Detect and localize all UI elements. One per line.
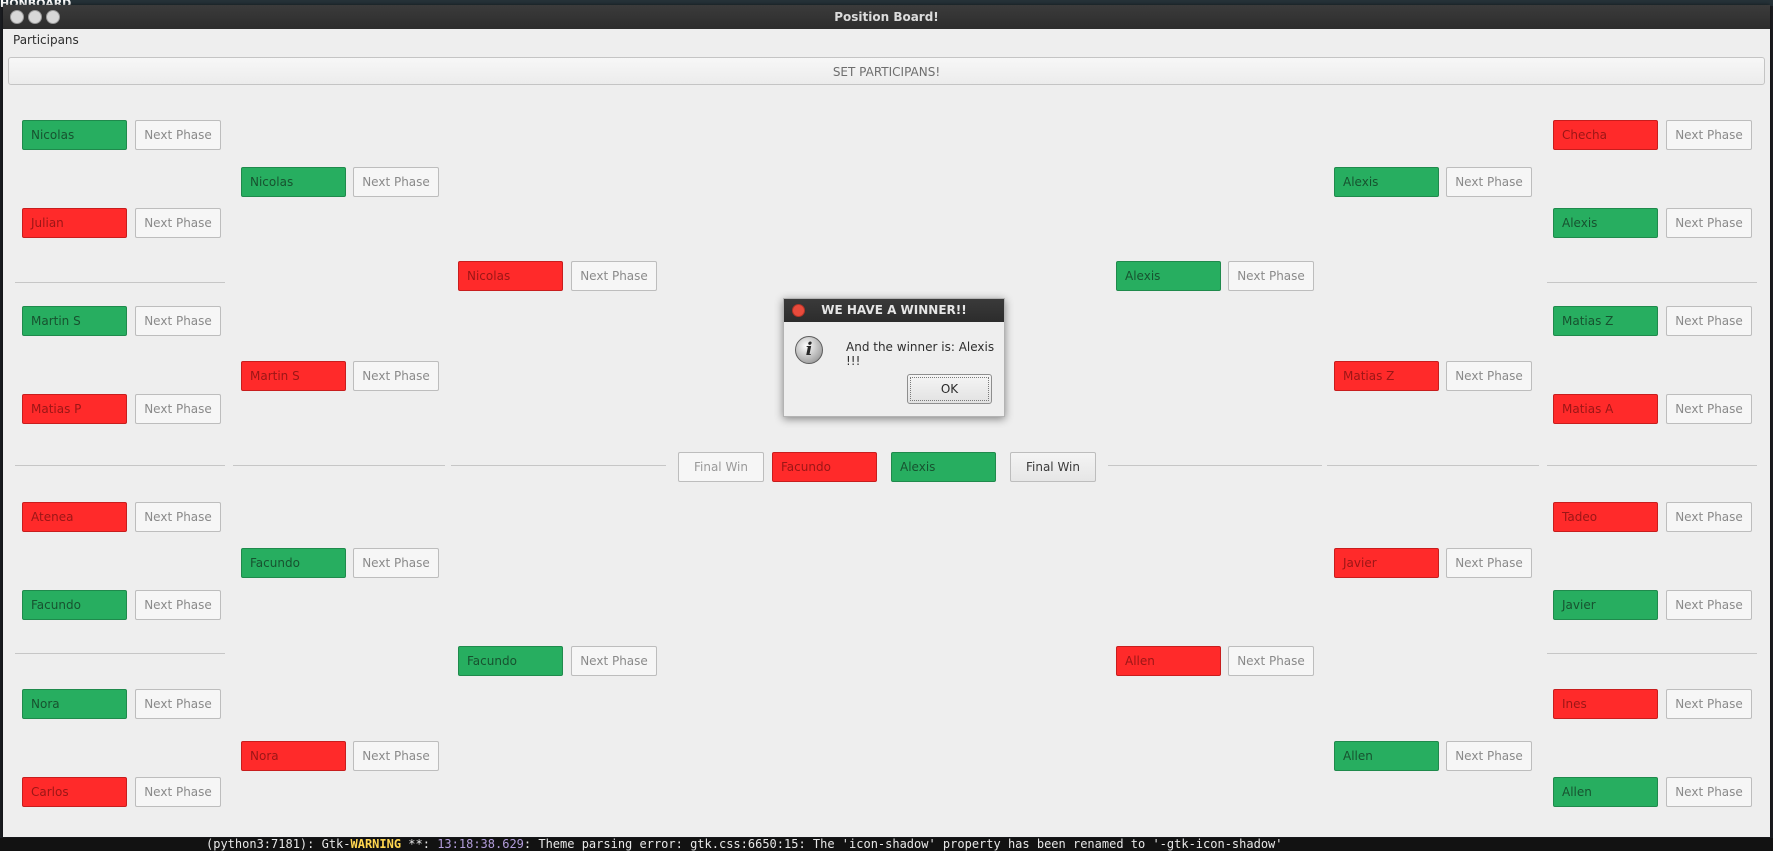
bracket-divider xyxy=(1547,282,1757,283)
next-phase-button[interactable]: Next Phase xyxy=(353,167,439,197)
terminal-message: : Theme parsing error: gtk.css:6650:15: … xyxy=(523,838,1283,851)
next-phase-button[interactable]: Next Phase xyxy=(1666,777,1752,807)
next-phase-button[interactable]: Next Phase xyxy=(1666,306,1752,336)
participant-name: Matias A xyxy=(1553,394,1658,424)
participant-name: Martin S xyxy=(241,361,346,391)
final-win-right-button[interactable]: Final Win xyxy=(1010,452,1096,482)
participant-name: Nicolas xyxy=(458,261,563,291)
participant-name: Allen xyxy=(1553,777,1658,807)
participant-name: Matias Z xyxy=(1553,306,1658,336)
participant-name: Facundo xyxy=(241,548,346,578)
participant-name: Nicolas xyxy=(241,167,346,197)
window-title: Position Board! xyxy=(834,10,939,24)
next-phase-button[interactable]: Next Phase xyxy=(571,261,657,291)
terminal-time: 13:18:38.629 xyxy=(437,838,524,851)
next-phase-button[interactable]: Next Phase xyxy=(135,394,221,424)
participant-name: Matias Z xyxy=(1334,361,1439,391)
next-phase-button[interactable]: Next Phase xyxy=(1446,741,1532,771)
dialog-titlebar: WE HAVE A WINNER!! xyxy=(784,299,1004,322)
background-terminal: (python3:7181): Gtk-WARNING **: 13:18:38… xyxy=(0,838,1773,851)
participant-name: Alexis xyxy=(1116,261,1221,291)
next-phase-button[interactable]: Next Phase xyxy=(135,689,221,719)
participant-name: Matias P xyxy=(22,394,127,424)
next-phase-button[interactable]: Next Phase xyxy=(353,548,439,578)
next-phase-button[interactable]: Next Phase xyxy=(353,361,439,391)
bracket-divider xyxy=(15,282,225,283)
winner-dialog: WE HAVE A WINNER!! i And the winner is: … xyxy=(783,298,1005,417)
bracket-divider xyxy=(233,465,445,466)
participant-name: Nora xyxy=(241,741,346,771)
next-phase-button[interactable]: Next Phase xyxy=(135,590,221,620)
next-phase-button[interactable]: Next Phase xyxy=(135,120,221,150)
next-phase-button[interactable]: Next Phase xyxy=(571,646,657,676)
participant-name: Martin S xyxy=(22,306,127,336)
participant-name: Carlos xyxy=(22,777,127,807)
finalist-left: Facundo xyxy=(772,452,877,482)
final-win-left-button[interactable]: Final Win xyxy=(678,452,764,482)
next-phase-button[interactable]: Next Phase xyxy=(135,777,221,807)
next-phase-button[interactable]: Next Phase xyxy=(1666,208,1752,238)
participant-name: Nicolas xyxy=(22,120,127,150)
bracket-divider xyxy=(15,653,225,654)
participant-name: Javier xyxy=(1334,548,1439,578)
participant-name: Nora xyxy=(22,689,127,719)
next-phase-button[interactable]: Next Phase xyxy=(1666,689,1752,719)
menu-bar: Participans xyxy=(3,29,1770,51)
minimize-window-button[interactable] xyxy=(28,10,42,24)
finalist-right: Alexis xyxy=(891,452,996,482)
dialog-ok-button[interactable]: OK xyxy=(907,374,992,404)
participant-name: Alexis xyxy=(1553,208,1658,238)
next-phase-button[interactable]: Next Phase xyxy=(1446,167,1532,197)
next-phase-button[interactable]: Next Phase xyxy=(135,208,221,238)
bracket-divider xyxy=(1547,465,1757,466)
bracket-divider xyxy=(451,465,666,466)
bracket-divider xyxy=(15,465,225,466)
next-phase-button[interactable]: Next Phase xyxy=(353,741,439,771)
participant-name: Atenea xyxy=(22,502,127,532)
participant-name: Facundo xyxy=(22,590,127,620)
next-phase-button[interactable]: Next Phase xyxy=(1666,394,1752,424)
participant-name: Facundo xyxy=(458,646,563,676)
next-phase-button[interactable]: Next Phase xyxy=(1446,361,1532,391)
next-phase-button[interactable]: Next Phase xyxy=(1666,502,1752,532)
dialog-title: WE HAVE A WINNER!! xyxy=(821,303,967,317)
participant-name: Allen xyxy=(1116,646,1221,676)
terminal-mid: **: xyxy=(401,838,438,851)
terminal-warning: WARNING xyxy=(350,838,402,851)
participant-name: Javier xyxy=(1553,590,1658,620)
bracket-divider xyxy=(1108,465,1322,466)
window-titlebar: Position Board! xyxy=(3,5,1770,29)
dialog-close-button[interactable] xyxy=(792,304,805,317)
menu-participans[interactable]: Participans xyxy=(13,29,79,51)
next-phase-button[interactable]: Next Phase xyxy=(1446,548,1532,578)
next-phase-button[interactable]: Next Phase xyxy=(1666,590,1752,620)
bracket-divider xyxy=(1547,653,1757,654)
bracket-divider xyxy=(1327,465,1539,466)
participant-name: Alexis xyxy=(1334,167,1439,197)
close-window-button[interactable] xyxy=(10,10,24,24)
participant-name: Tadeo xyxy=(1553,502,1658,532)
set-participans-button[interactable]: SET PARTICIPANS! xyxy=(8,57,1765,85)
next-phase-button[interactable]: Next Phase xyxy=(135,306,221,336)
next-phase-button[interactable]: Next Phase xyxy=(1666,120,1752,150)
info-icon: i xyxy=(795,336,823,364)
participant-name: Checha xyxy=(1553,120,1658,150)
next-phase-button[interactable]: Next Phase xyxy=(135,502,221,532)
next-phase-button[interactable]: Next Phase xyxy=(1228,261,1314,291)
participant-name: Allen xyxy=(1334,741,1439,771)
terminal-prefix: (python3:7181): Gtk- xyxy=(206,838,351,851)
dialog-message: And the winner is: Alexis !!! xyxy=(846,340,995,368)
maximize-window-button[interactable] xyxy=(46,10,60,24)
participant-name: Ines xyxy=(1553,689,1658,719)
position-board-window: Position Board! Participans SET PARTICIP… xyxy=(3,5,1770,837)
participant-name: Julian xyxy=(22,208,127,238)
next-phase-button[interactable]: Next Phase xyxy=(1228,646,1314,676)
